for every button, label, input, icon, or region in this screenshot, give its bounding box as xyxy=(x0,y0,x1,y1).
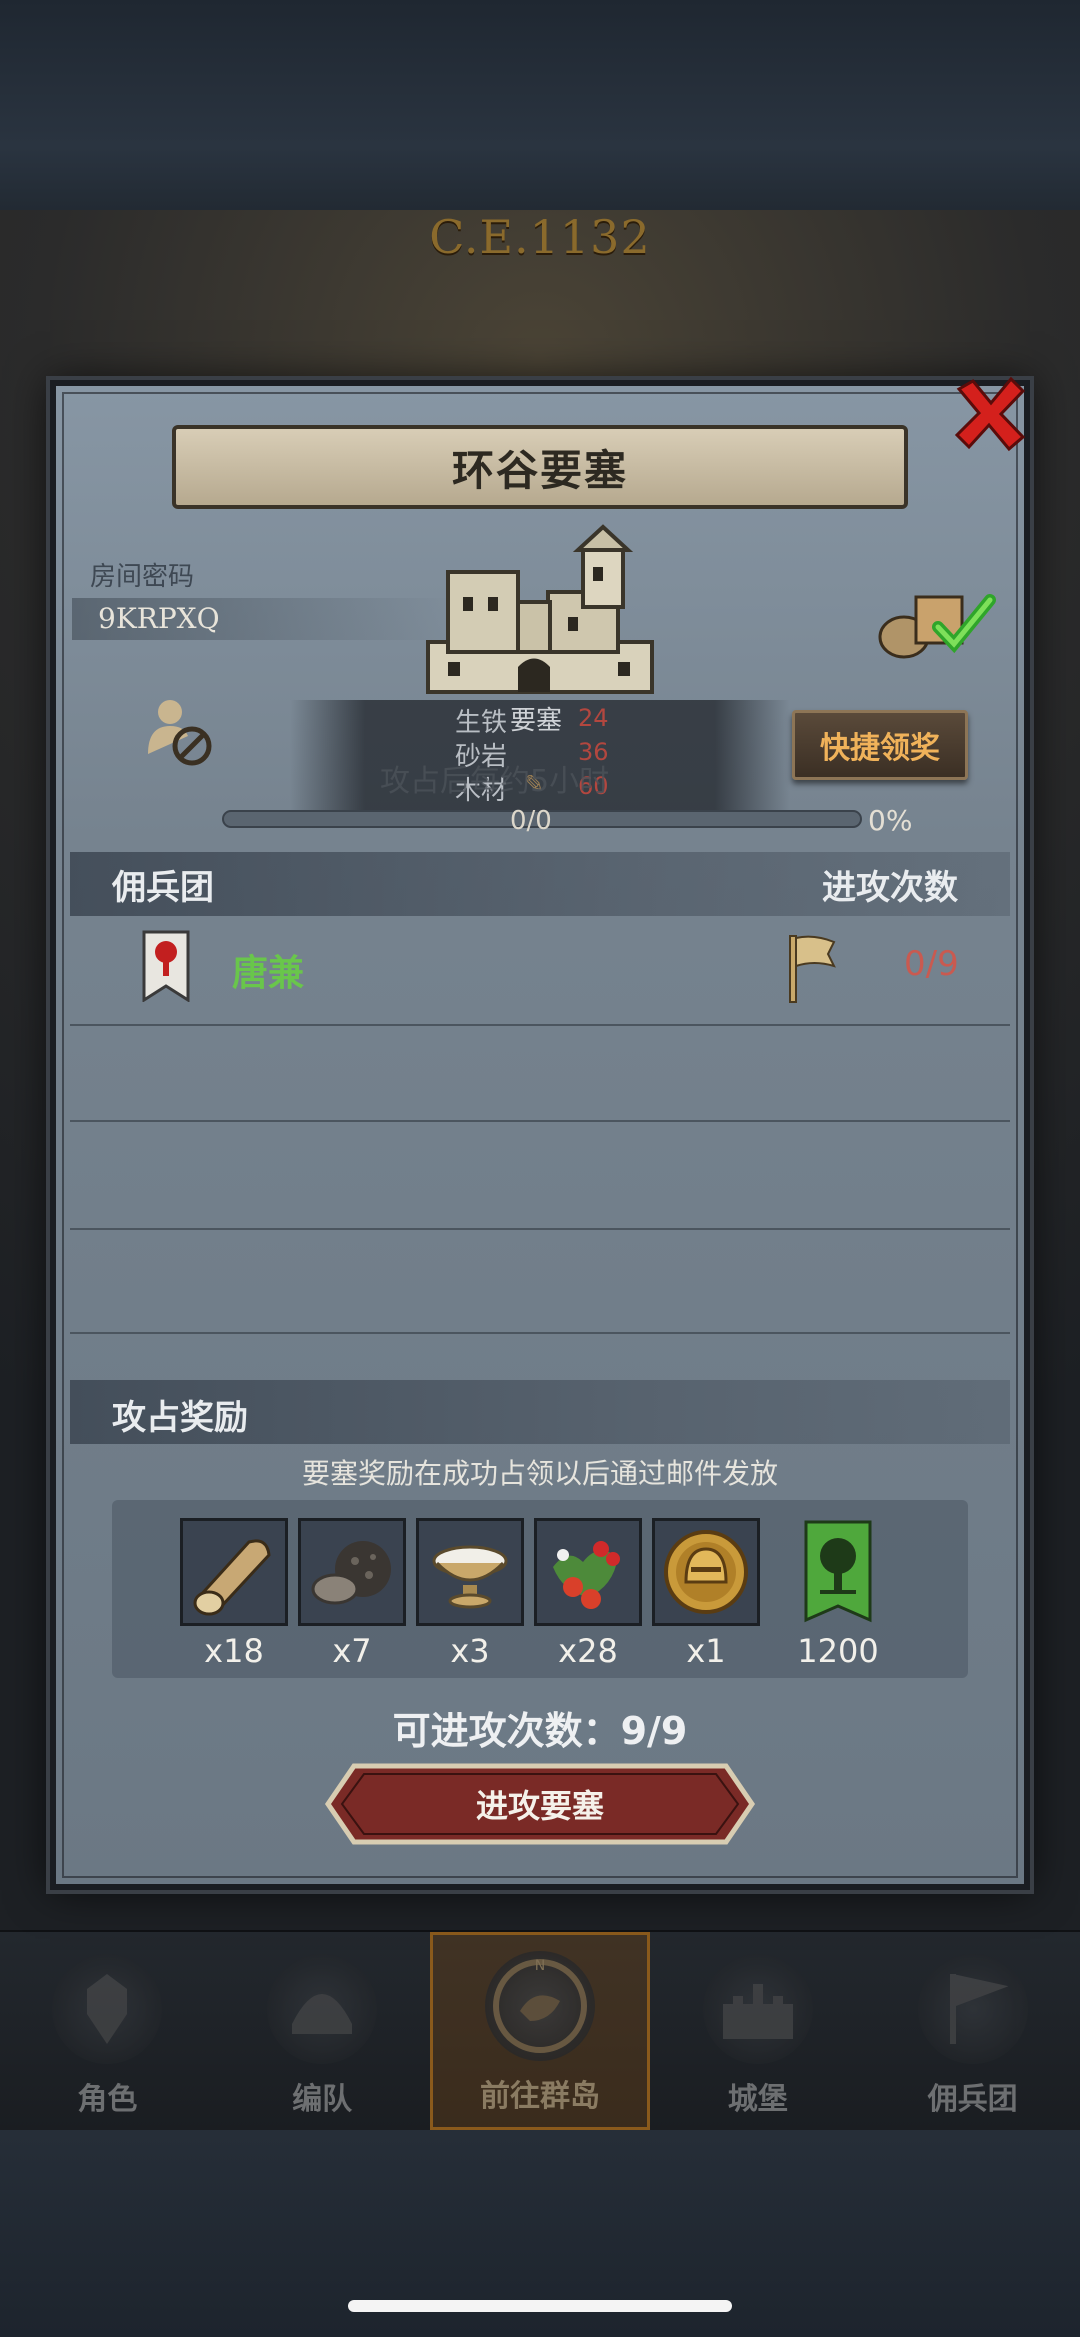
nav-item-islands[interactable]: N 前往群岛 xyxy=(429,1932,651,2130)
claimed-rewards-icon[interactable] xyxy=(876,582,998,662)
mercenary-flag-icon xyxy=(917,1954,1028,2064)
golden-helmet-coin-icon xyxy=(652,1518,760,1626)
attack-fortress-button[interactable]: 进攻要塞 xyxy=(324,1762,756,1846)
empty-mercenary-row xyxy=(70,1122,1010,1230)
empty-mercenary-row xyxy=(70,1230,1010,1334)
mercenary-name: 唐兼 xyxy=(232,953,305,994)
mercenary-attack-count: 0/9 xyxy=(904,944,959,984)
castle-icon xyxy=(702,1954,813,2064)
reward-quantity: x18 xyxy=(204,1632,264,1670)
svg-text:N: N xyxy=(535,1958,545,1974)
bottom-nav: 角色 编队 N 前往群岛 城堡 佣兵团 xyxy=(0,1930,1080,2130)
nav-item-mercenary[interactable]: 佣兵团 xyxy=(865,1932,1080,2130)
nav-label: 角色 xyxy=(77,2082,138,2117)
top-backdrop xyxy=(0,0,1080,210)
empty-mercenary-row xyxy=(70,1026,1010,1122)
attack-button-label: 进攻要塞 xyxy=(475,1787,604,1825)
reward-quantity: x28 xyxy=(558,1632,618,1670)
attack-flag-icon xyxy=(784,932,838,1004)
nav-label: 编队 xyxy=(292,2082,353,2117)
fortress-label: 要塞 xyxy=(510,706,563,736)
close-button[interactable] xyxy=(948,372,1032,456)
era-label: C.E.1132 xyxy=(429,210,651,264)
berries-icon xyxy=(534,1518,642,1626)
reward-item[interactable]: 1200 xyxy=(784,1518,892,1670)
occupy-interval-text: 攻占后每约5小时 xyxy=(380,764,610,799)
remaining-attempts: 可进攻次数：9/9 xyxy=(392,1709,688,1753)
progress-count: 0/0 xyxy=(510,806,552,836)
no-occupant-icon xyxy=(144,696,216,768)
progress-percent: 0% xyxy=(868,804,913,837)
reward-mail-note: 要塞奖励在成功占领以后通过邮件发放 xyxy=(301,1457,778,1490)
nav-item-formation[interactable]: 编队 xyxy=(215,1932,430,2130)
mercenary-banner-icon xyxy=(142,930,190,1003)
resource-value-iron: 24 xyxy=(578,704,609,732)
home-indicator[interactable] xyxy=(348,2300,732,2312)
reward-item[interactable]: x1 xyxy=(652,1518,760,1670)
truffle-icon xyxy=(298,1518,406,1626)
room-code-label: 房间密码 xyxy=(90,562,195,592)
reward-item[interactable]: x3 xyxy=(416,1518,524,1670)
nav-item-character[interactable]: 角色 xyxy=(0,1932,215,2130)
nav-label: 佣兵团 xyxy=(927,2082,1018,2117)
helmet-icon xyxy=(267,1954,378,2064)
reward-quantity: x1 xyxy=(686,1632,726,1670)
wood-log-icon xyxy=(180,1518,288,1626)
reward-quantity: x7 xyxy=(332,1632,372,1670)
quick-claim-button[interactable]: 快捷领奖 xyxy=(792,710,968,780)
compass-map-icon: N xyxy=(484,1951,595,2061)
room-code-value: 9KRPXQ xyxy=(98,602,220,635)
mercenary-row[interactable] xyxy=(70,916,1010,1026)
nav-item-castle[interactable]: 城堡 xyxy=(650,1932,865,2130)
dialog-title: 环谷要塞 xyxy=(172,425,908,509)
reward-quantity: 1200 xyxy=(797,1632,879,1670)
knight-icon xyxy=(52,1954,163,2064)
tree-banner-icon xyxy=(784,1518,892,1626)
resource-label-iron: 生铁 xyxy=(455,708,508,738)
nav-label: 城堡 xyxy=(727,2082,788,2117)
attack-times-title: 进攻次数 xyxy=(822,868,958,908)
reward-item[interactable]: x7 xyxy=(298,1518,406,1670)
reward-item[interactable]: x18 xyxy=(180,1518,288,1670)
salt-bowl-icon xyxy=(416,1518,524,1626)
fortress-icon xyxy=(418,522,662,700)
reward-item[interactable]: x28 xyxy=(534,1518,642,1670)
close-icon xyxy=(954,376,1026,452)
mercenary-section-title: 佣兵团 xyxy=(112,868,214,908)
reward-quantity: x3 xyxy=(450,1632,490,1670)
rewards-section-title: 攻占奖励 xyxy=(112,1398,248,1438)
nav-label: 前往群岛 xyxy=(479,2079,600,2114)
